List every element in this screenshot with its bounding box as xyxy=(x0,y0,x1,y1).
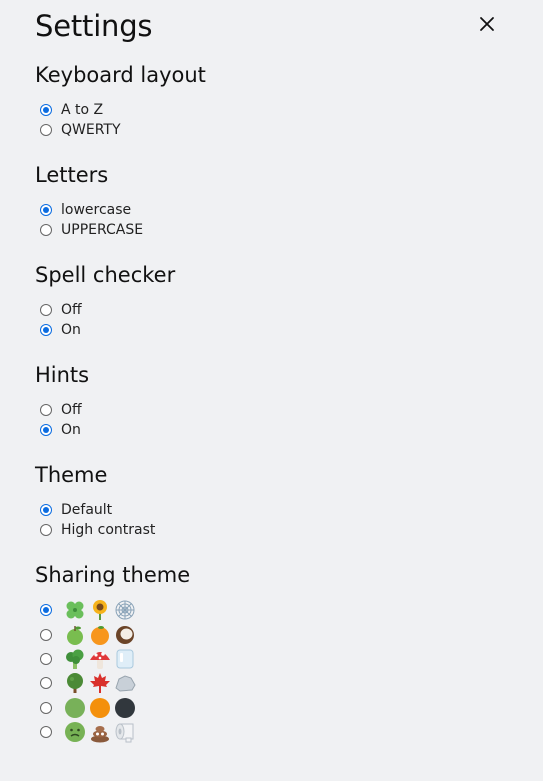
close-button[interactable] xyxy=(477,14,497,34)
option-label: A to Z xyxy=(61,102,104,118)
option-spell-off[interactable]: Off xyxy=(35,300,175,320)
coconut-icon xyxy=(114,624,136,646)
poop-icon xyxy=(89,721,111,743)
section-title: Sharing theme xyxy=(35,563,191,587)
option-uppercase[interactable]: UPPERCASE xyxy=(35,220,143,240)
option-label: On xyxy=(61,322,81,338)
option-label: lowercase xyxy=(61,202,132,218)
section-theme: Theme Default High contrast xyxy=(35,462,155,540)
section-letters: Letters lowercase UPPERCASE xyxy=(35,162,143,240)
section-hints: Hints Off On xyxy=(35,362,89,440)
section-sharing-theme: Sharing theme xyxy=(35,562,190,744)
option-qwerty[interactable]: QWERTY xyxy=(35,120,206,140)
option-label: On xyxy=(61,422,81,438)
section-title: Hints xyxy=(35,363,90,387)
radio[interactable] xyxy=(40,424,52,436)
tree-icon xyxy=(64,672,86,694)
option-label: High contrast xyxy=(61,522,156,538)
sharing-option-2[interactable] xyxy=(35,622,190,646)
radio[interactable] xyxy=(40,404,52,416)
nauseated-face-icon xyxy=(64,721,86,743)
option-spell-on[interactable]: On xyxy=(35,320,175,340)
section-title: Letters xyxy=(35,163,109,187)
clover-icon xyxy=(64,599,86,621)
option-theme-high-contrast[interactable]: High contrast xyxy=(35,520,155,540)
green-apple-icon xyxy=(64,624,86,646)
radio[interactable] xyxy=(40,124,52,136)
option-label: Default xyxy=(61,502,113,518)
option-theme-default[interactable]: Default xyxy=(35,500,155,520)
option-label: UPPERCASE xyxy=(61,222,144,238)
option-lowercase[interactable]: lowercase xyxy=(35,200,143,220)
option-label: Off xyxy=(61,302,82,318)
ice-icon xyxy=(114,648,136,670)
spiderweb-icon xyxy=(114,599,136,621)
radio[interactable] xyxy=(40,304,52,316)
option-a-to-z[interactable]: A to Z xyxy=(35,100,206,120)
section-title: Spell checker xyxy=(35,263,176,287)
black-circle-icon xyxy=(114,697,136,719)
radio[interactable] xyxy=(40,726,52,739)
sharing-option-3[interactable] xyxy=(35,647,190,671)
sharing-option-4[interactable] xyxy=(35,671,190,695)
radio[interactable] xyxy=(40,628,52,641)
orange-circle-icon xyxy=(89,697,111,719)
radio[interactable] xyxy=(40,604,52,617)
close-icon xyxy=(480,17,494,31)
page-title: Settings xyxy=(35,9,153,43)
sharing-option-1[interactable] xyxy=(35,598,190,622)
section-spell-checker: Spell checker Off On xyxy=(35,262,175,340)
section-title: Keyboard layout xyxy=(35,63,206,87)
sharing-option-5[interactable] xyxy=(35,696,190,720)
settings-panel: Settings Keyboard layout A to Z QWERTY L… xyxy=(0,0,543,781)
radio[interactable] xyxy=(40,701,52,714)
radio[interactable] xyxy=(40,677,52,690)
radio[interactable] xyxy=(40,104,52,116)
option-label: Off xyxy=(61,402,82,418)
radio[interactable] xyxy=(40,224,52,236)
green-circle-icon xyxy=(64,697,86,719)
radio[interactable] xyxy=(40,504,52,516)
rock-icon xyxy=(114,672,136,694)
option-hints-off[interactable]: Off xyxy=(35,400,89,420)
radio[interactable] xyxy=(40,524,52,536)
section-keyboard-layout: Keyboard layout A to Z QWERTY xyxy=(35,62,206,140)
broccoli-icon xyxy=(64,648,86,670)
sharing-option-6[interactable] xyxy=(35,720,190,744)
radio[interactable] xyxy=(40,324,52,336)
sunflower-icon xyxy=(89,599,111,621)
orange-icon xyxy=(89,624,111,646)
radio[interactable] xyxy=(40,204,52,216)
mushroom-icon xyxy=(89,648,111,670)
sharing-options xyxy=(35,598,190,744)
toilet-paper-icon xyxy=(114,721,136,743)
radio[interactable] xyxy=(40,652,52,665)
maple-leaf-icon xyxy=(89,672,111,694)
option-label: QWERTY xyxy=(61,122,121,138)
section-title: Theme xyxy=(35,463,108,487)
option-hints-on[interactable]: On xyxy=(35,420,89,440)
